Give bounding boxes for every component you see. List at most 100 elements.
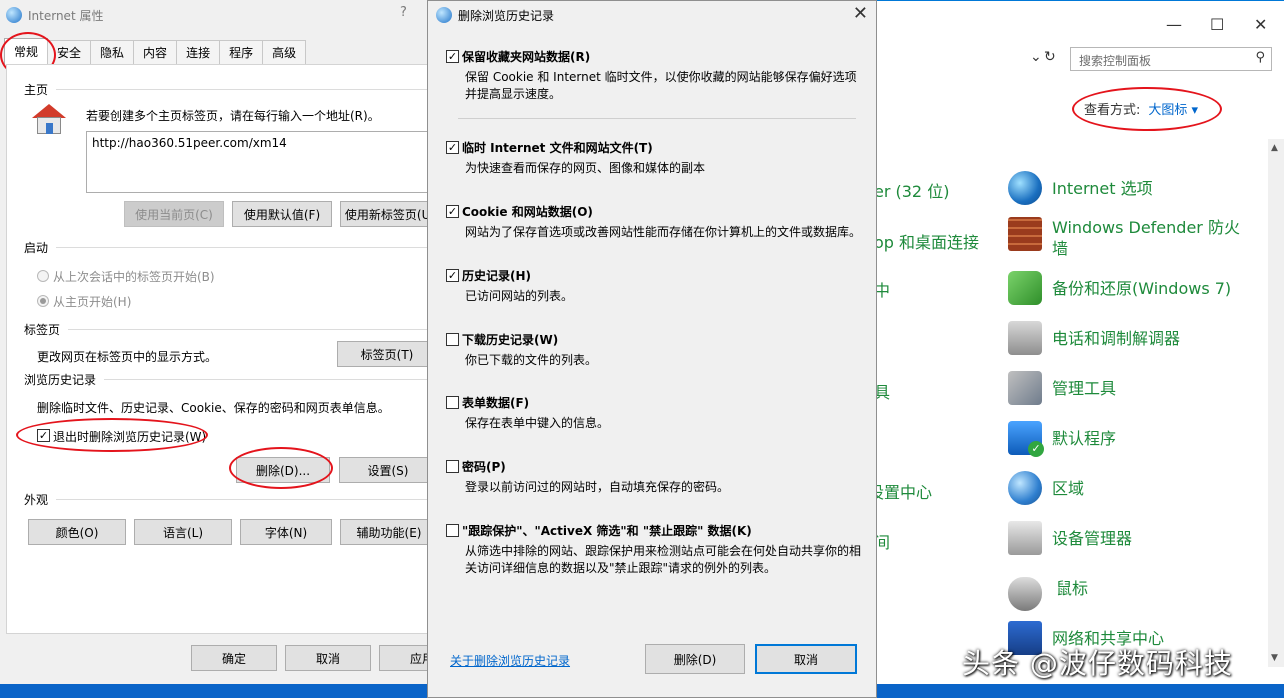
startup-last-session-radio[interactable] [37, 270, 49, 282]
backup-icon [1008, 271, 1042, 305]
cp-fragment[interactable]: 设置中心 [868, 479, 932, 503]
cp-item-default-programs[interactable]: 默认程序 [1008, 421, 1268, 461]
startup-home-radio[interactable] [37, 295, 49, 307]
close-icon[interactable]: ✕ [1254, 15, 1267, 34]
option-tracking-protection[interactable]: "跟踪保护"、"ActiveX 筛选"和 "禁止跟踪" 数据(K) 从筛选中排除… [446, 522, 866, 577]
divider [56, 247, 430, 248]
history-checkbox[interactable]: ✓ [446, 269, 459, 282]
cp-item-device-manager[interactable]: 设备管理器 [1008, 521, 1268, 561]
cp-item-label: 电话和调制解调器 [1052, 329, 1181, 348]
option-label: 表单数据(F) [462, 396, 530, 410]
help-icon[interactable]: ? [400, 5, 407, 20]
close-icon[interactable]: ✕ [853, 3, 868, 24]
option-form-data[interactable]: 表单数据(F) 保存在表单中键入的信息。 [446, 394, 866, 432]
option-passwords[interactable]: 密码(P) 登录以前访问过的网站时，自动填充保存的密码。 [446, 458, 866, 496]
tab-connections[interactable]: 连接 [176, 40, 221, 64]
history-settings-button[interactable]: 设置(S) [339, 457, 437, 483]
cp-item-label: 设备管理器 [1052, 529, 1133, 548]
option-desc: 从筛选中排除的网站、跟踪保护用来检测站点可能会在何处自动共享你的相关访问详细信息… [465, 544, 862, 575]
about-delete-history-link[interactable]: 关于删除浏览历史记录 [450, 652, 570, 669]
preserve-favorites-checkbox[interactable]: ✓ [446, 50, 459, 63]
search-icon[interactable]: ⚲ [1255, 50, 1265, 65]
cp-item-label: 管理工具 [1052, 379, 1117, 398]
colors-button[interactable]: 颜色(O) [28, 519, 126, 545]
option-label: 密码(P) [462, 460, 506, 474]
search-placeholder: 搜索控制面板 [1079, 54, 1152, 68]
tracking-protection-checkbox[interactable] [446, 524, 459, 537]
tools-icon [1008, 371, 1042, 405]
divider [458, 118, 856, 119]
refresh-icon[interactable]: ↻ [1044, 49, 1056, 65]
option-label: 历史记录(H) [462, 269, 532, 283]
cancel-button[interactable]: 取消 [285, 645, 371, 671]
home-icon [32, 104, 66, 134]
mouse-icon [1008, 577, 1042, 611]
option-download-history[interactable]: 下载历史记录(W) 你已下载的文件的列表。 [446, 331, 866, 369]
cp-item-admin-tools[interactable]: 管理工具 [1008, 371, 1268, 411]
cp-item-region[interactable]: 区域 [1008, 471, 1268, 511]
maximize-icon[interactable]: ☐ [1210, 15, 1224, 34]
cp-item-backup[interactable]: 备份和还原(Windows 7) [1008, 271, 1268, 311]
download-history-checkbox[interactable] [446, 333, 459, 346]
startup-group-label: 启动 [24, 241, 49, 255]
fonts-button[interactable]: 字体(N) [240, 519, 332, 545]
homepage-group-label: 主页 [24, 83, 49, 97]
annotation-circle [16, 418, 208, 452]
cp-item-label: 区域 [1052, 479, 1085, 498]
use-new-tab-button[interactable]: 使用新标签页(U) [340, 201, 440, 227]
accessibility-button[interactable]: 辅助功能(E) [340, 519, 438, 545]
temp-files-checkbox[interactable]: ✓ [446, 141, 459, 154]
tab-content[interactable]: 内容 [133, 40, 178, 64]
scroll-down-icon[interactable]: ▼ [1271, 653, 1278, 663]
passwords-checkbox[interactable] [446, 460, 459, 473]
search-input[interactable]: 搜索控制面板 ⚲ [1070, 47, 1272, 71]
option-label: 临时 Internet 文件和网站文件(T) [462, 141, 653, 155]
dialog-delete-button[interactable]: 删除(D) [645, 644, 745, 674]
tab-privacy[interactable]: 隐私 [90, 40, 135, 64]
option-temp-files[interactable]: ✓ 临时 Internet 文件和网站文件(T) 为快速查看而保存的网页、图像和媒… [446, 139, 866, 177]
option-desc: 为快速查看而保存的网页、图像和媒体的副本 [465, 161, 706, 175]
tab-advanced[interactable]: 高级 [262, 40, 307, 64]
option-cookies[interactable]: ✓ Cookie 和网站数据(O) 网站为了保存首选项或改善网站性能而存储在你计算… [446, 203, 866, 241]
ok-button[interactable]: 确定 [191, 645, 277, 671]
tabs-desc: 更改网页在标签页中的显示方式。 [37, 350, 218, 364]
tabs-settings-button[interactable]: 标签页(T) [337, 341, 437, 367]
cp-fragment[interactable]: op 和桌面连接 [874, 229, 979, 253]
cp-item-label: 备份和还原(Windows 7) [1052, 279, 1232, 298]
window-title: Internet 属性 [6, 6, 103, 24]
dialog-cancel-button[interactable]: 取消 [755, 644, 857, 674]
window-title-text: Internet 属性 [28, 8, 104, 23]
option-desc: 网站为了保存首选项或改善网站性能而存储在你计算机上的文件或数据库。 [465, 225, 862, 239]
phone-icon [1008, 321, 1042, 355]
startup-last-session-label: 从上次会话中的标签页开始(B) [53, 270, 215, 284]
dialog-title-text: 删除浏览历史记录 [458, 8, 555, 23]
option-desc: 登录以前访问过的网站时，自动填充保存的密码。 [465, 480, 730, 494]
annotation-circle [229, 447, 333, 489]
internet-explorer-icon [436, 7, 452, 23]
languages-button[interactable]: 语言(L) [134, 519, 232, 545]
annotation-circle [1072, 87, 1222, 131]
scrollbar[interactable]: ▲ ▼ [1268, 139, 1284, 667]
cp-item-mouse[interactable]: 鼠标 [1008, 571, 1268, 611]
cp-item-firewall[interactable]: Windows Defender 防火墙 [1008, 217, 1268, 261]
tabs-group-label: 标签页 [24, 323, 61, 337]
chevron-down-icon[interactable]: ⌄ [1030, 49, 1042, 65]
use-current-button[interactable]: 使用当前页(C) [124, 201, 224, 227]
option-history[interactable]: ✓ 历史记录(H) 已访问网站的列表。 [446, 267, 866, 305]
internet-properties-window: Internet 属性 ? 常规 安全 隐私 内容 连接 程序 高级 主页 若要… [0, 0, 465, 684]
option-desc: 保留 Cookie 和 Internet 临时文件，以使你收藏的网站能够保存偏好… [465, 70, 857, 101]
option-preserve-favorites[interactable]: ✓ 保留收藏夹网站数据(R) 保留 Cookie 和 Internet 临时文件，… [446, 48, 866, 103]
tab-programs[interactable]: 程序 [219, 40, 264, 64]
cp-item-internet-options[interactable]: Internet 选项 [1008, 171, 1268, 211]
form-data-checkbox[interactable] [446, 396, 459, 409]
cp-fragment[interactable]: er (32 位) [874, 178, 949, 202]
divider [68, 329, 430, 330]
cookies-checkbox[interactable]: ✓ [446, 205, 459, 218]
divider [56, 499, 430, 500]
homepage-url-input[interactable]: http://hao360.51peer.com/xm14 [86, 131, 430, 193]
minimize-icon[interactable]: — [1166, 15, 1182, 34]
scroll-up-icon[interactable]: ▲ [1271, 143, 1278, 153]
history-desc: 删除临时文件、历史记录、Cookie、保存的密码和网页表单信息。 [37, 401, 390, 415]
cp-item-phone-modem[interactable]: 电话和调制解调器 [1008, 321, 1268, 361]
use-default-button[interactable]: 使用默认值(F) [232, 201, 332, 227]
